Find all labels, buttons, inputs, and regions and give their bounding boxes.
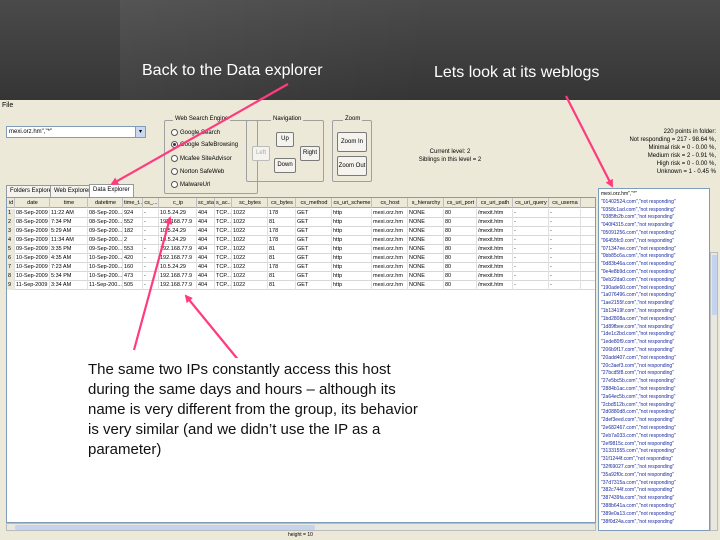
- arrow-to-ip-left: [132, 216, 173, 351]
- arrow-to-weblogs: [565, 95, 613, 188]
- annotation-note: The same two IPs constantly access this …: [86, 358, 420, 462]
- arrow-to-ip-right: [184, 294, 241, 363]
- arrow-to-data-explorer: [110, 83, 289, 185]
